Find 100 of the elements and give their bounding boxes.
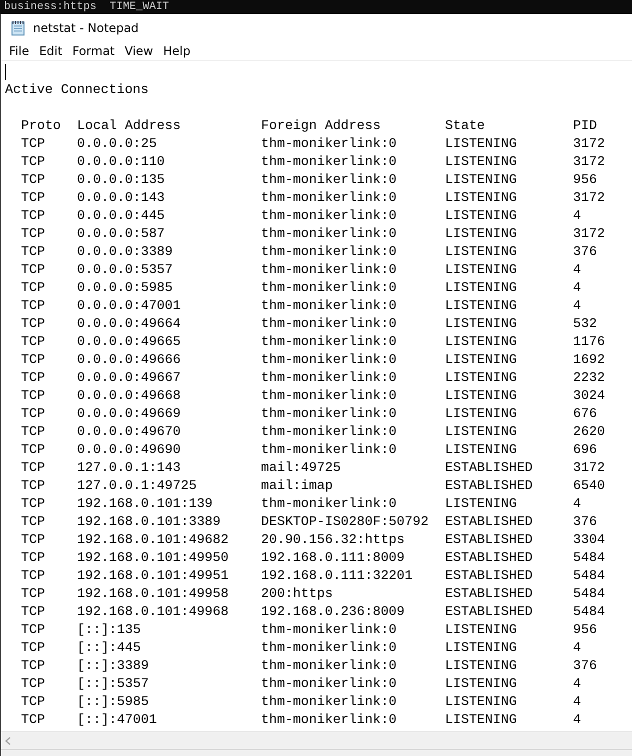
pid-cell-text: 676 — [573, 405, 598, 423]
foreign-address-cell-text: thm-monikerlink:0 — [261, 657, 398, 675]
pid-cell-text: 4 — [573, 261, 582, 279]
pid-cell-text: 4 — [573, 639, 582, 657]
local-address-cell-text: 0.0.0.0:49664 — [77, 315, 182, 333]
column-header: Proto — [21, 117, 62, 135]
local-address-cell-text: 0.0.0.0:25 — [77, 135, 158, 153]
protocol-cell-text: TCP — [21, 387, 46, 405]
pid-cell-text: 3304 — [573, 531, 606, 549]
foreign-address-cell-text: mail:49725 — [261, 459, 342, 477]
pid-cell-text: 4 — [573, 207, 582, 225]
state-cell-text: LISTENING — [445, 171, 518, 189]
protocol-cell-text: TCP — [21, 279, 46, 297]
menu-item[interactable]: Edit — [34, 44, 68, 58]
local-address-cell-text: 192.168.0.101:139 — [77, 495, 214, 513]
pid-cell-text: 3172 — [573, 459, 606, 477]
state-cell-text: LISTENING — [445, 207, 518, 225]
foreign-address-cell-text: thm-monikerlink:0 — [261, 387, 398, 405]
pid-cell-text: 376 — [573, 513, 598, 531]
pid-cell-text: 376 — [573, 657, 598, 675]
pid-cell-text: 4 — [573, 297, 582, 315]
local-address-cell-text: 0.0.0.0:135 — [77, 171, 166, 189]
menu-item[interactable]: View — [120, 44, 158, 58]
local-address-cell-text: [::]:5357 — [77, 675, 150, 693]
protocol-cell-text: TCP — [21, 639, 46, 657]
protocol-cell-text: TCP — [21, 423, 46, 441]
notepad-icon — [10, 20, 26, 36]
pid-cell-text: 376 — [573, 243, 598, 261]
foreign-address-cell-text: thm-monikerlink:0 — [261, 675, 398, 693]
state-cell-text: ESTABLISHED — [445, 531, 534, 549]
local-address-cell-text: 192.168.0.101:49682 — [77, 531, 230, 549]
protocol-cell-text: TCP — [21, 261, 46, 279]
state-cell-text: LISTENING — [445, 135, 518, 153]
local-address-cell-text: 0.0.0.0:49670 — [77, 423, 182, 441]
local-address-cell-text: 0.0.0.0:49665 — [77, 333, 182, 351]
protocol-cell-text: TCP — [21, 441, 46, 459]
foreign-address-cell-text: thm-monikerlink:0 — [261, 135, 398, 153]
foreign-address-cell-text: DESKTOP-IS0280F:50792 — [261, 513, 430, 531]
pid-cell-text: 4 — [573, 711, 582, 729]
protocol-cell-text: TCP — [21, 495, 46, 513]
protocol-cell-text: TCP — [21, 459, 46, 477]
protocol-cell-text: TCP — [21, 225, 46, 243]
protocol-cell-text: TCP — [21, 711, 46, 729]
protocol-cell-text: TCP — [21, 675, 46, 693]
protocol-cell-text: TCP — [21, 297, 46, 315]
pid-cell-text: 5484 — [573, 585, 606, 603]
local-address-cell-text: 0.0.0.0:587 — [77, 225, 166, 243]
column-header: Local Address — [77, 117, 182, 135]
column-header: State — [445, 117, 486, 135]
menu-item[interactable]: Help — [158, 44, 196, 58]
protocol-cell-text: TCP — [21, 351, 46, 369]
terminal-text: business:https TIME_WAIT — [4, 0, 170, 14]
local-address-cell-text: 192.168.0.101:49951 — [77, 567, 230, 585]
foreign-address-cell-text: thm-monikerlink:0 — [261, 333, 398, 351]
foreign-address-cell-text: 200:https — [261, 585, 334, 603]
pid-cell-text: 3172 — [573, 189, 606, 207]
protocol-cell-text: TCP — [21, 135, 46, 153]
foreign-address-cell-text: thm-monikerlink:0 — [261, 279, 398, 297]
column-header: PID — [573, 117, 598, 135]
state-cell-text: LISTENING — [445, 153, 518, 171]
menu-item[interactable]: File — [4, 44, 34, 58]
local-address-cell-text: 0.0.0.0:47001 — [77, 297, 182, 315]
local-address-cell-text: 0.0.0.0:49669 — [77, 405, 182, 423]
foreign-address-cell-text: thm-monikerlink:0 — [261, 351, 398, 369]
scroll-left-icon[interactable] — [5, 736, 11, 744]
local-address-cell-text: [::]:5985 — [77, 693, 150, 711]
local-address-cell-text: 127.0.0.1:143 — [77, 459, 182, 477]
foreign-address-cell-text: thm-monikerlink:0 — [261, 693, 398, 711]
local-address-cell-text: 0.0.0.0:49690 — [77, 441, 182, 459]
foreign-address-cell-text: thm-monikerlink:0 — [261, 423, 398, 441]
pid-cell-text: 1692 — [573, 351, 606, 369]
pid-cell-text: 1176 — [573, 333, 606, 351]
menu-item[interactable]: Format — [67, 44, 120, 58]
pid-cell-text: 696 — [573, 441, 598, 459]
protocol-cell-text: TCP — [21, 567, 46, 585]
state-cell-text: ESTABLISHED — [445, 459, 534, 477]
state-cell-text: LISTENING — [445, 405, 518, 423]
foreign-address-cell-text: thm-monikerlink:0 — [261, 711, 398, 729]
protocol-cell-text: TCP — [21, 549, 46, 567]
protocol-cell-text: TCP — [21, 513, 46, 531]
foreign-address-cell-text: thm-monikerlink:0 — [261, 315, 398, 333]
state-cell-text: ESTABLISHED — [445, 513, 534, 531]
protocol-cell-text: TCP — [21, 477, 46, 495]
protocol-cell-text: TCP — [21, 621, 46, 639]
protocol-cell-text: TCP — [21, 369, 46, 387]
state-cell-text: LISTENING — [445, 657, 518, 675]
foreign-address-cell-text: thm-monikerlink:0 — [261, 207, 398, 225]
horizontal-scrollbar[interactable] — [1, 731, 632, 749]
text-cursor — [5, 64, 6, 80]
state-cell-text: LISTENING — [445, 711, 518, 729]
local-address-cell-text: 0.0.0.0:3389 — [77, 243, 174, 261]
foreign-address-cell-text: thm-monikerlink:0 — [261, 153, 398, 171]
foreign-address-cell-text: mail:imap — [261, 477, 334, 495]
state-cell-text: LISTENING — [445, 315, 518, 333]
local-address-cell-text: 0.0.0.0:143 — [77, 189, 166, 207]
pid-cell-text: 3172 — [573, 135, 606, 153]
pid-cell-text: 4 — [573, 495, 582, 513]
local-address-cell-text: 0.0.0.0:5985 — [77, 279, 174, 297]
pid-cell-text: 532 — [573, 315, 598, 333]
pid-cell-text: 2620 — [573, 423, 606, 441]
